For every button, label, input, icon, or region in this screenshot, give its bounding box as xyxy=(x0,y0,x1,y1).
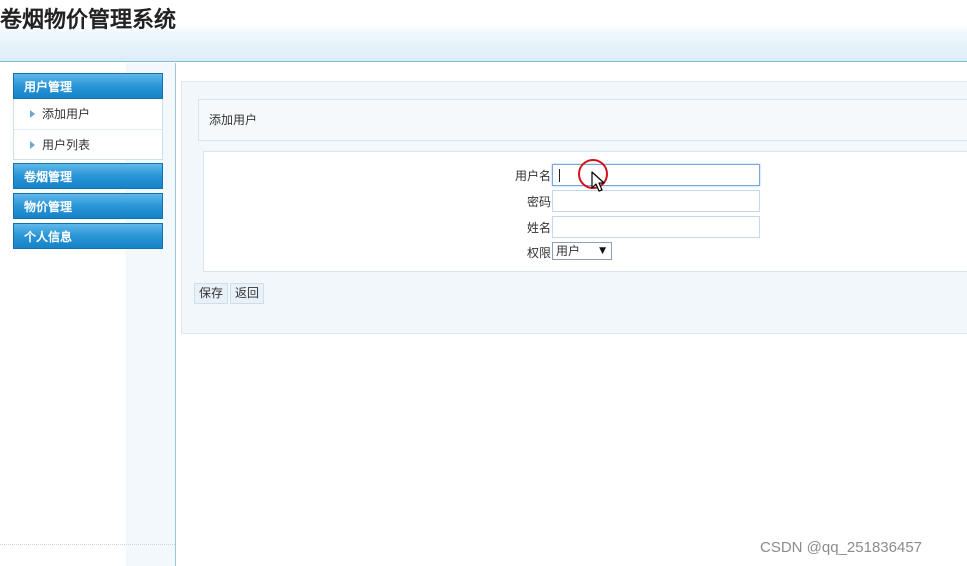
form-row-role: 权限 用户 ▼ xyxy=(204,241,967,263)
menu-group-cigarette: 卷烟管理 xyxy=(13,163,163,189)
password-label: 密码 xyxy=(526,195,551,209)
arrow-right-icon xyxy=(30,110,35,118)
sidebar-item-label: 添加用户 xyxy=(42,107,91,121)
mouse-cursor-icon xyxy=(591,171,605,192)
menu-head-personal-info[interactable]: 个人信息 xyxy=(13,223,163,249)
sidebar-item-add-user[interactable]: 添加用户 xyxy=(14,99,162,129)
name-input[interactable] xyxy=(552,216,760,238)
dropdown-arrow-icon: ▼ xyxy=(599,246,606,256)
menu-items-user: 添加用户 用户列表 xyxy=(13,99,163,160)
sidebar: 用户管理 添加用户 用户列表 卷烟管理 物价管理 个人信息 xyxy=(0,63,176,566)
form-row-name: 姓名 xyxy=(204,216,967,238)
password-input[interactable] xyxy=(552,190,760,212)
role-select[interactable]: 用户 ▼ xyxy=(552,242,612,260)
role-select-value: 用户 xyxy=(556,244,581,258)
name-label: 姓名 xyxy=(526,221,551,235)
username-label: 用户名 xyxy=(514,169,551,183)
sidebar-item-label: 用户列表 xyxy=(42,138,91,152)
menu-head-cigarette-management[interactable]: 卷烟管理 xyxy=(13,163,163,189)
save-button[interactable]: 保存 xyxy=(194,283,229,304)
sidebar-item-user-list[interactable]: 用户列表 xyxy=(14,129,162,159)
menu-group-user: 用户管理 添加用户 用户列表 xyxy=(13,73,163,160)
form-row-password: 密码 xyxy=(204,190,967,212)
menu-head-price-management[interactable]: 物价管理 xyxy=(13,193,163,219)
menu-group-profile: 个人信息 xyxy=(13,223,163,249)
breadcrumb: 添加用户 xyxy=(198,99,967,141)
watermark: CSDN @qq_251836457 xyxy=(760,539,923,556)
menu-head-user-management[interactable]: 用户管理 xyxy=(13,73,163,99)
text-caret xyxy=(559,169,560,182)
content-panel: 添加用户 用户名 密码 姓名 权限 用户 ▼ 保存 返回 xyxy=(181,81,967,334)
role-label: 权限 xyxy=(526,246,551,260)
arrow-right-icon xyxy=(30,141,35,149)
header: 卷烟物价管理系统 xyxy=(0,0,967,62)
sidebar-divider xyxy=(0,544,175,545)
menu-group-price: 物价管理 xyxy=(13,193,163,219)
back-button[interactable]: 返回 xyxy=(230,283,265,304)
app-title: 卷烟物价管理系统 xyxy=(0,8,177,33)
